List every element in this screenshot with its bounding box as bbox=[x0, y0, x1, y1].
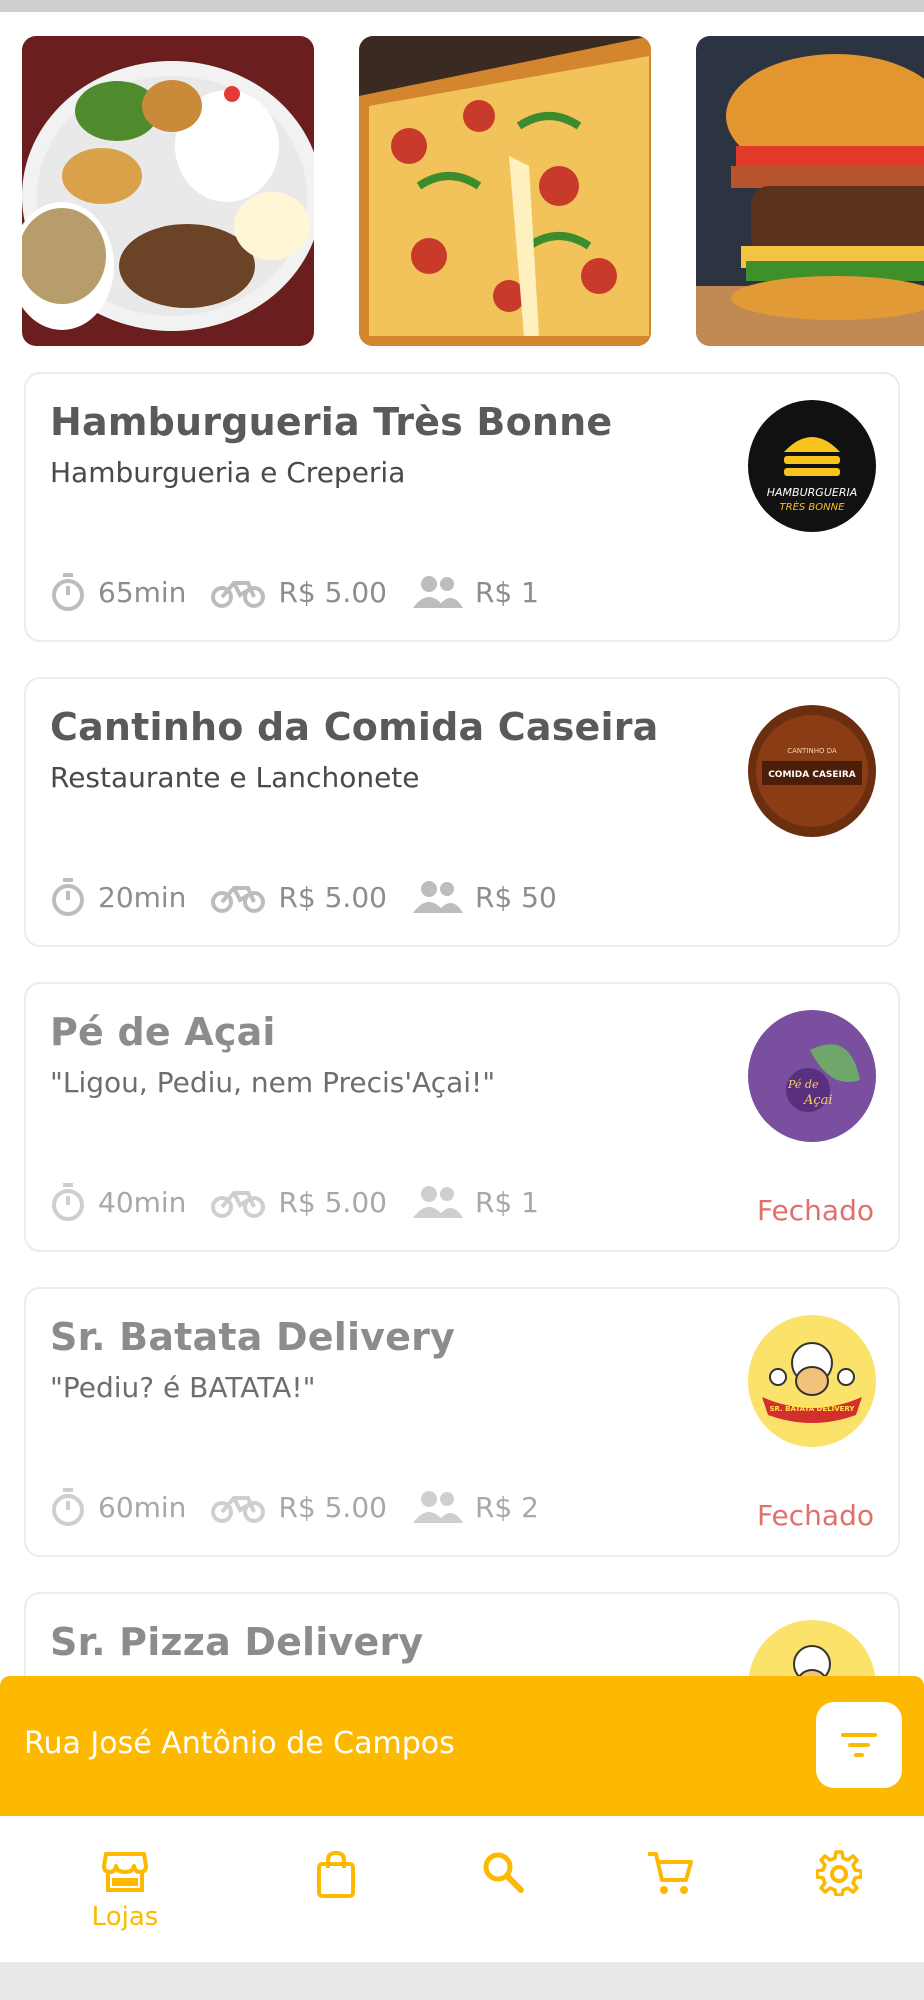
delivery-fee: R$ 5.00 bbox=[210, 880, 387, 914]
timer-icon bbox=[52, 878, 84, 916]
min-order: R$ 2 bbox=[411, 1489, 539, 1525]
min-order-value: R$ 1 bbox=[474, 1185, 539, 1219]
filter-button[interactable] bbox=[816, 1702, 902, 1788]
min-order-value: R$ 50 bbox=[474, 880, 557, 914]
search-icon bbox=[483, 1852, 524, 1893]
people-icon bbox=[412, 576, 463, 608]
store-subtitle: "Pediu? é BATATA!" bbox=[50, 1371, 316, 1404]
store-logo: CANTINHO DA COMIDA CASEIRA bbox=[748, 705, 876, 837]
nav-item-orders[interactable] bbox=[281, 1850, 391, 1898]
delivery-fee: R$ 5.00 bbox=[210, 575, 387, 609]
system-navigation-bar bbox=[0, 1962, 924, 2000]
motorcycle-icon bbox=[211, 1191, 266, 1218]
min-order-value: R$ 1 bbox=[474, 575, 539, 609]
delivery-time-value: 60min bbox=[98, 1490, 187, 1524]
store-meta: 65min R$ 5.00 R$ 1 bbox=[50, 570, 563, 614]
store-card[interactable]: Pé de Açai "Ligou, Pediu, nem Precis'Aça… bbox=[24, 982, 900, 1252]
banner-carousel[interactable] bbox=[0, 36, 924, 348]
timer-icon bbox=[52, 1183, 84, 1221]
timer-icon bbox=[52, 573, 84, 611]
nav-item-stores[interactable]: Lojas bbox=[70, 1850, 180, 1932]
svg-text:Açai: Açai bbox=[803, 1093, 833, 1108]
delivery-time-value: 65min bbox=[98, 575, 187, 609]
people-icon bbox=[412, 1491, 463, 1523]
banner-food-plate[interactable] bbox=[22, 36, 314, 346]
delivery-fee: R$ 5.00 bbox=[210, 1185, 387, 1219]
store-meta: 60min R$ 5.00 R$ 2 bbox=[50, 1485, 563, 1529]
store-subtitle: Hamburgueria e Creperia bbox=[50, 456, 406, 489]
min-order-value: R$ 2 bbox=[474, 1490, 539, 1524]
people-icon bbox=[412, 881, 463, 913]
people-icon bbox=[412, 1186, 463, 1218]
delivery-fee-value: R$ 5.00 bbox=[278, 575, 387, 609]
delivery-fee-value: R$ 5.00 bbox=[278, 1185, 387, 1219]
timer-icon bbox=[52, 1488, 84, 1526]
delivery-time-value: 20min bbox=[98, 880, 187, 914]
closed-status: Fechado bbox=[756, 1194, 874, 1227]
store-card[interactable]: Sr. Batata Delivery "Pediu? é BATATA!" S… bbox=[24, 1287, 900, 1557]
svg-text:COMIDA CASEIRA: COMIDA CASEIRA bbox=[768, 770, 856, 780]
store-subtitle: Restaurante e Lanchonete bbox=[50, 761, 420, 794]
store-name: Pé de Açai bbox=[50, 1010, 276, 1054]
nav-item-search[interactable] bbox=[448, 1850, 558, 1894]
min-order: R$ 50 bbox=[411, 879, 557, 915]
store-card[interactable]: Hamburgueria Très Bonne Hamburgueria e C… bbox=[24, 372, 900, 642]
nav-item-settings[interactable] bbox=[784, 1850, 894, 1896]
delivery-address[interactable]: Rua José Antônio de Campos bbox=[24, 1726, 455, 1761]
store-meta: 40min R$ 5.00 R$ 1 bbox=[50, 1180, 563, 1224]
svg-text:CANTINHO DA: CANTINHO DA bbox=[787, 747, 837, 755]
svg-text:Pé de: Pé de bbox=[787, 1078, 819, 1091]
motorcycle-icon bbox=[211, 1496, 266, 1523]
store-name: Sr. Batata Delivery bbox=[50, 1315, 456, 1359]
bottom-navigation: Lojas bbox=[0, 1816, 924, 1962]
svg-text:HAMBURGUERIA: HAMBURGUERIA bbox=[767, 486, 857, 499]
motorcycle-icon bbox=[211, 581, 266, 608]
delivery-time: 40min bbox=[50, 1182, 186, 1222]
shopping-bag-icon bbox=[317, 1850, 355, 1898]
store-name: Hamburgueria Très Bonne bbox=[50, 400, 613, 444]
motorcycle-icon bbox=[211, 886, 266, 913]
delivery-time: 20min bbox=[50, 877, 186, 917]
filter-icon bbox=[841, 1733, 877, 1757]
banner-pizza[interactable] bbox=[359, 36, 651, 346]
gear-icon bbox=[816, 1850, 862, 1896]
delivery-time-value: 40min bbox=[98, 1185, 187, 1219]
store-logo: HAMBURGUERIA TRÈS BONNE bbox=[748, 400, 876, 532]
address-bar[interactable]: Rua José Antônio de Campos bbox=[0, 1676, 924, 1816]
store-card[interactable]: Cantinho da Comida Caseira Restaurante e… bbox=[24, 677, 900, 947]
delivery-fee-value: R$ 5.00 bbox=[278, 1490, 387, 1524]
banner-burger[interactable] bbox=[696, 36, 924, 346]
cart-icon bbox=[648, 1852, 693, 1894]
store-subtitle: "Ligou, Pediu, nem Precis'Açai!" bbox=[50, 1066, 496, 1099]
store-meta: 20min R$ 5.00 R$ 50 bbox=[50, 875, 581, 919]
svg-text:TRÈS BONNE: TRÈS BONNE bbox=[780, 500, 846, 513]
nav-label-stores: Lojas bbox=[91, 1902, 159, 1932]
delivery-time: 60min bbox=[50, 1487, 186, 1527]
delivery-time: 65min bbox=[50, 572, 186, 612]
delivery-fee: R$ 5.00 bbox=[210, 1490, 387, 1524]
min-order: R$ 1 bbox=[411, 1184, 539, 1220]
store-icon bbox=[102, 1852, 148, 1892]
svg-text:SR. BATATA DELIVERY: SR. BATATA DELIVERY bbox=[770, 1405, 856, 1413]
min-order: R$ 1 bbox=[411, 574, 539, 610]
nav-item-cart[interactable] bbox=[615, 1850, 725, 1896]
closed-status: Fechado bbox=[756, 1499, 874, 1532]
delivery-fee-value: R$ 5.00 bbox=[278, 880, 387, 914]
status-bar-strip bbox=[0, 0, 924, 12]
store-logo: SR. BATATA DELIVERY bbox=[748, 1315, 876, 1447]
store-logo: Pé de Açai bbox=[748, 1010, 876, 1142]
store-name: Sr. Pizza Delivery bbox=[50, 1620, 424, 1664]
store-name: Cantinho da Comida Caseira bbox=[50, 705, 659, 749]
